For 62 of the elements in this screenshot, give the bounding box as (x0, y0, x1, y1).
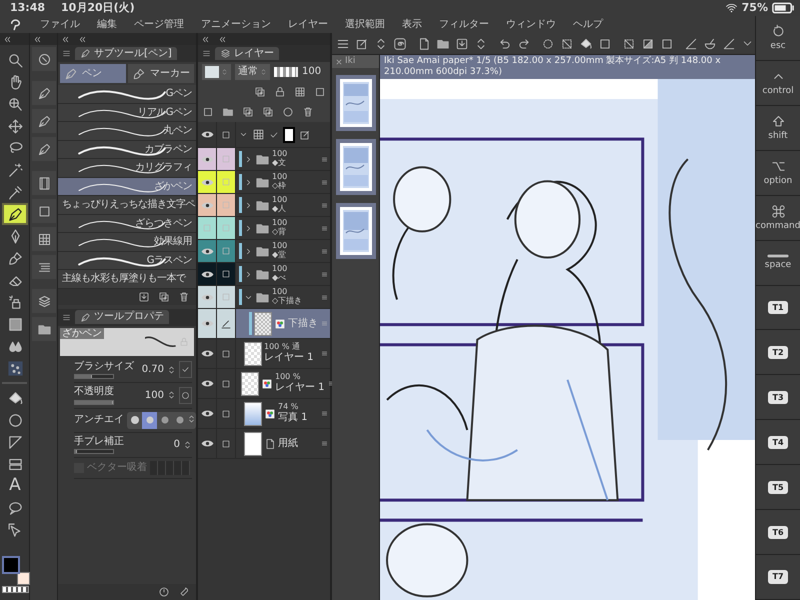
layer-opacity: 100 % 通 (264, 343, 301, 352)
opacity-value: 100 (302, 66, 322, 78)
text-tool-button[interactable]: A (2, 475, 28, 497)
brush-item[interactable]: 主線も水彩も厚塗りも一本で (58, 270, 196, 288)
layer-opacity: 100 (272, 150, 288, 158)
property-label: ブラシサイズ (74, 360, 134, 372)
brush-item[interactable]: Gペン (58, 85, 196, 104)
menu-item[interactable]: アニメーション (201, 18, 271, 30)
brush-item[interactable]: カリグラフィ (58, 159, 196, 178)
layer-name: 写真 1 (278, 412, 308, 424)
layer-name: ◇下描き (272, 297, 302, 306)
layer-opacity: 100 (272, 265, 288, 274)
status-date: 10月20日(火) (61, 2, 135, 14)
brush-item[interactable]: 丸ペン (58, 122, 196, 140)
layer-name: レイヤー 1 (275, 382, 325, 394)
menu-item[interactable]: ヘルプ (573, 18, 603, 30)
menu-item[interactable]: 表示 (402, 18, 422, 30)
menu-item[interactable]: 選択範囲 (345, 18, 385, 30)
layer-name: ◇枠 (272, 182, 288, 191)
battery-percent: 75% (742, 2, 768, 14)
layer-opacity: 100 % (275, 373, 302, 382)
menu-item[interactable]: ウィンドウ (506, 18, 556, 30)
property-label: 手ブレ補正 (74, 436, 124, 447)
subtool-group-tab[interactable]: マーカー (128, 64, 194, 83)
layer-name: レイヤー 1 (264, 352, 314, 364)
layer-name: 用紙 (278, 438, 298, 450)
menu-item[interactable]: レイヤー (288, 18, 328, 30)
menu-item[interactable]: ページ管理 (134, 18, 184, 30)
layer-opacity: 100 (272, 173, 288, 182)
menu-item[interactable]: ファイル (40, 18, 80, 30)
layer-opacity: 74 % (278, 403, 300, 412)
menu-item[interactable]: 編集 (97, 18, 117, 30)
brush-item[interactable]: リアルGペン (58, 104, 196, 122)
property-label: 不透明度 (74, 386, 114, 398)
brush-item[interactable]: ちょっぴりえっちな描き文字ペ (58, 196, 196, 214)
status-time: 13:48 (10, 2, 46, 14)
layer-opacity: 100 (272, 196, 288, 204)
layer-name: ◆堂 (272, 251, 288, 260)
property-value: 0 (174, 439, 180, 450)
property-label: ベクター吸着 (87, 462, 147, 474)
brush-item[interactable]: 効果線用 (58, 233, 196, 252)
layer-opacity: 100 (272, 288, 288, 296)
layer-opacity: 100 (272, 242, 288, 250)
brush-item[interactable]: カブラペン (58, 140, 196, 159)
property-value: 0.70 (142, 364, 164, 376)
property-value: 100 (144, 390, 164, 401)
layer-panel-tab[interactable]: レイヤー (215, 46, 279, 60)
property-label: アンチエイ (74, 414, 124, 426)
layer-name: ◆べ (272, 274, 288, 283)
layer-name: ◆文 (272, 159, 288, 168)
layer-opacity: 100 (272, 219, 288, 228)
subtool-panel-tab[interactable]: サブツール[ペン] (75, 46, 177, 60)
tool-property-tab[interactable]: ツールプロパテ (75, 310, 169, 324)
menu-item[interactable]: フィルター (439, 18, 489, 30)
document-title: Iki Sae Amai paper* 1/5 (B5 182.00 x 257.00mm 製本サイズ:A5 判 148.00 x 210.00mm 600dpi 37.3%) (380, 55, 755, 79)
blend-mode-dropdown[interactable]: 通常 (235, 64, 270, 80)
layer-name: 下描き (288, 318, 318, 330)
brush-preview-label: ざかペン (60, 328, 104, 339)
brush-item[interactable]: ざかペン (58, 178, 196, 196)
brush-item[interactable]: Gラスペン (58, 252, 196, 270)
layer-name: ◇背 (272, 228, 288, 237)
layer-name: ◆人 (272, 205, 288, 214)
